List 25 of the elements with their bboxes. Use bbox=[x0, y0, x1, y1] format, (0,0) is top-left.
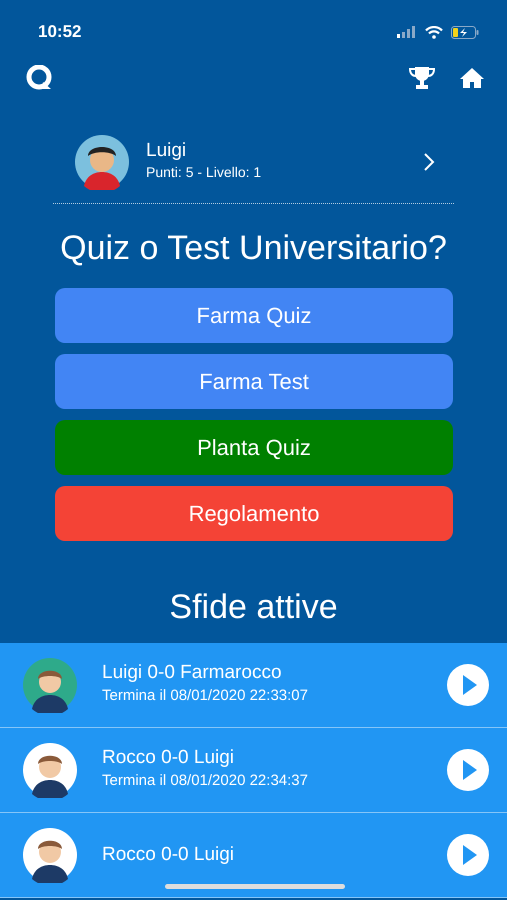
clock-text: 10:52 bbox=[38, 21, 82, 44]
heading: Quiz o Test Universitario? bbox=[60, 228, 447, 269]
play-icon[interactable] bbox=[446, 663, 490, 707]
section-title: Sfide attive bbox=[168, 587, 339, 628]
menu-button[interactable]: Farma Quiz bbox=[55, 288, 453, 343]
signal-icon bbox=[397, 26, 417, 38]
challenge-title: Rocco 0-0 Luigi bbox=[102, 844, 236, 866]
menu-button[interactable]: Farma Test bbox=[55, 354, 453, 409]
challenge-title: Luigi 0-0 Farmarocco bbox=[102, 662, 283, 686]
challenge-deadline: Termina il 08/01/2020 22:33:07 bbox=[102, 686, 309, 706]
trophy-icon[interactable] bbox=[409, 66, 435, 90]
avatar-icon bbox=[74, 134, 130, 190]
challenge-deadline: Termina il 08/01/2020 22:34:37 bbox=[102, 771, 309, 792]
wifi-icon bbox=[425, 26, 443, 38]
home-icon[interactable] bbox=[459, 67, 485, 89]
play-icon[interactable] bbox=[446, 833, 490, 877]
challenge-title: Rocco 0-0 Luigi bbox=[102, 747, 236, 770]
menu-button[interactable]: Regolamento bbox=[55, 486, 453, 541]
logo-icon[interactable] bbox=[26, 65, 54, 91]
battery-icon bbox=[451, 26, 479, 38]
play-icon[interactable] bbox=[446, 748, 490, 792]
user-name: Luigi bbox=[146, 140, 188, 162]
menu-button[interactable]: Planta Quiz bbox=[55, 420, 453, 475]
user-stats: Punti: 5 - Livello: 1 bbox=[146, 163, 262, 182]
chevron-right-icon[interactable] bbox=[423, 152, 435, 172]
